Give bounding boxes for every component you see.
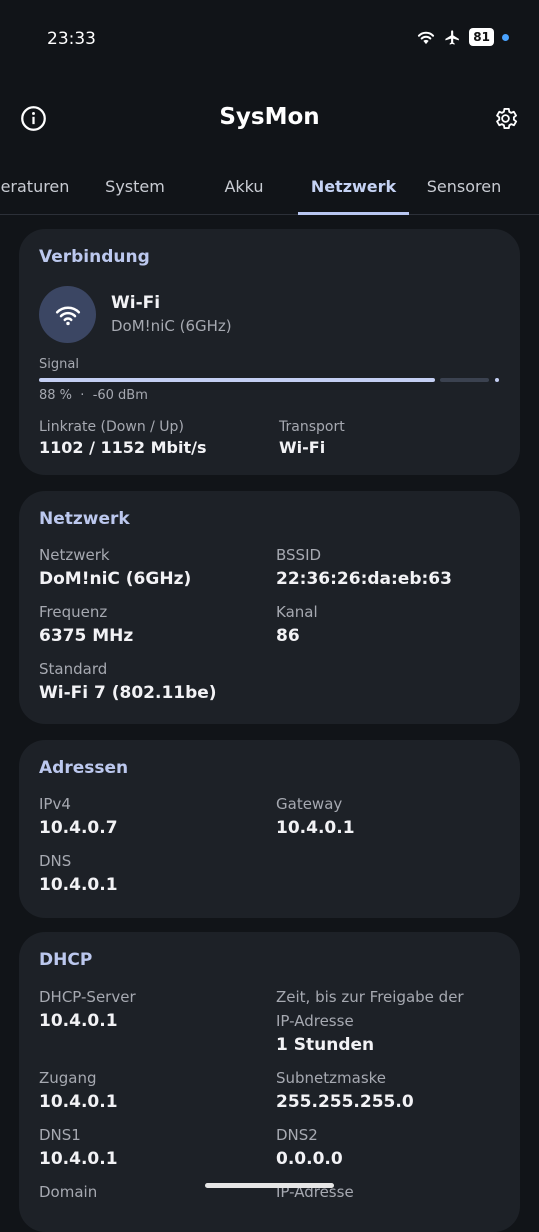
status-bar: 23:33 81 (0, 0, 539, 80)
tab-sensoren[interactable]: Sensoren (409, 160, 519, 212)
transport-label: Transport (279, 419, 345, 435)
dhcp-title: DHCP (39, 950, 93, 970)
wifi-icon (55, 305, 80, 325)
addresses-card: Adressen IPv4 10.4.0.7 Gateway 10.4.0.1 … (19, 740, 520, 918)
subnet-value: 255.255.255.0 (276, 1092, 414, 1112)
tab-active-indicator (298, 212, 409, 215)
linkrate-value: 1102 / 1152 Mbit/s (39, 438, 207, 457)
dns1-value: 10.4.0.1 (39, 1149, 118, 1169)
tab-temperaturen[interactable]: eraturen (0, 160, 80, 212)
domain-label: Domain (39, 1183, 98, 1201)
frequency-value: 6375 MHz (39, 626, 134, 646)
signal-progress-fill (39, 378, 435, 382)
gateway-label: Gateway (276, 795, 343, 813)
linkrate-label: Linkrate (Down / Up) (39, 419, 184, 435)
airplane-mode-icon (445, 29, 460, 45)
bssid-label: BSSID (276, 546, 322, 564)
standard-label: Standard (39, 660, 108, 678)
home-indicator[interactable] (205, 1183, 334, 1188)
app-bar: SysMon (0, 92, 539, 144)
lease-label-line1: Zeit, bis zur Freigabe der (276, 988, 464, 1006)
signal-value: 88 % · -60 dBm (39, 388, 148, 403)
channel-value: 86 (276, 626, 300, 646)
transport-value: Wi-Fi (279, 438, 326, 457)
status-icons: 81 (416, 28, 509, 46)
lease-value: 1 Stunden (276, 1035, 375, 1055)
notification-dot (502, 33, 509, 41)
tab-akku[interactable]: Akku (190, 160, 298, 212)
dns-value: 10.4.0.1 (39, 875, 118, 895)
settings-button[interactable] (492, 105, 519, 136)
tab-bar: eraturen System Akku Netzwerk Sensoren (0, 160, 539, 215)
dns1-label: DNS1 (39, 1126, 81, 1144)
wifi-icon-badge (39, 286, 96, 343)
connection-ssid: DoM!niC (6GHz) (111, 317, 232, 335)
channel-label: Kanal (276, 603, 318, 621)
connection-card: Verbindung Wi-Fi DoM!niC (6GHz) Signal 8… (19, 229, 520, 475)
signal-progress-track (440, 378, 489, 382)
ipv4-label: IPv4 (39, 795, 71, 813)
signal-label: Signal (39, 357, 79, 372)
access-value: 10.4.0.1 (39, 1092, 118, 1112)
network-label: Netzwerk (39, 546, 110, 564)
signal-progress-bar (39, 378, 499, 382)
dns-label: DNS (39, 852, 72, 870)
app-title: SysMon (219, 104, 320, 130)
gear-icon (496, 108, 518, 129)
status-time: 23:33 (47, 29, 96, 49)
network-value: DoM!niC (6GHz) (39, 569, 192, 589)
frequency-label: Frequenz (39, 603, 108, 621)
network-card: Netzwerk Netzwerk DoM!niC (6GHz) BSSID 2… (19, 491, 520, 724)
addresses-title: Adressen (39, 758, 129, 778)
lease-label-line2: IP-Adresse (276, 1012, 354, 1030)
connection-title: Verbindung (39, 247, 150, 267)
connection-type: Wi-Fi (111, 293, 161, 313)
standard-value: Wi-Fi 7 (802.11be) (39, 683, 217, 703)
dhcp-server-label: DHCP-Server (39, 988, 136, 1006)
bssid-value: 22:36:26:da:eb:63 (276, 569, 452, 589)
wifi-status-icon (418, 31, 435, 45)
battery-level: 81 (469, 28, 494, 46)
access-label: Zugang (39, 1069, 97, 1087)
signal-progress-end-dot (495, 378, 499, 382)
subnet-label: Subnetzmaske (276, 1069, 387, 1087)
ipv4-value: 10.4.0.7 (39, 818, 118, 838)
dns2-label: DNS2 (276, 1126, 318, 1144)
network-title: Netzwerk (39, 509, 130, 529)
tab-system[interactable]: System (80, 160, 190, 212)
gateway-value: 10.4.0.1 (276, 818, 355, 838)
tab-netzwerk[interactable]: Netzwerk (298, 160, 409, 212)
dns2-value: 0.0.0.0 (276, 1149, 343, 1169)
dhcp-server-value: 10.4.0.1 (39, 1011, 118, 1031)
